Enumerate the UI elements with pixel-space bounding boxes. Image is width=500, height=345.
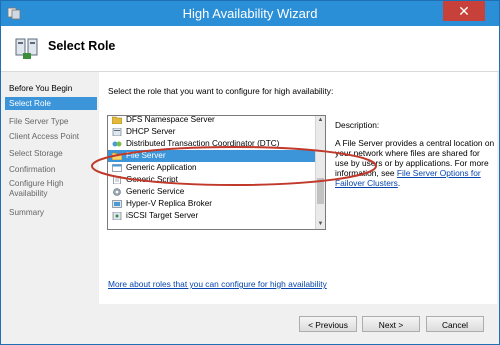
step-summary: Summary bbox=[9, 208, 45, 217]
page-title: Select Role bbox=[48, 39, 116, 53]
scroll-down-icon[interactable]: ▼ bbox=[316, 220, 325, 229]
role-listbox[interactable]: DFS Namespace Server DHCP Server Distrib… bbox=[107, 115, 326, 230]
dhcp-icon bbox=[112, 128, 122, 136]
wizard-steps: Before You Begin Select Role File Server… bbox=[1, 72, 97, 342]
role-list-scrollbar[interactable]: ▲ ▼ bbox=[315, 116, 325, 229]
description-label: Description: bbox=[335, 120, 380, 130]
next-button[interactable]: Next > bbox=[362, 316, 420, 332]
step-client-access-point: Client Access Point bbox=[9, 132, 80, 141]
window-title: High Availability Wizard bbox=[182, 6, 318, 21]
role-prompt: Select the role that you want to configu… bbox=[108, 86, 334, 96]
generic-script-icon bbox=[113, 176, 121, 184]
role-item-dtc[interactable]: Distributed Transaction Coordinator (DTC… bbox=[108, 138, 315, 150]
role-item-label: DFS Namespace Server bbox=[126, 115, 215, 124]
step-confirmation: Confirmation bbox=[9, 165, 56, 174]
page-header: Select Role bbox=[1, 26, 499, 72]
role-item-file-server[interactable]: File Server bbox=[108, 150, 315, 162]
role-item-label: Generic Script bbox=[126, 175, 178, 184]
iscsi-icon bbox=[112, 212, 122, 220]
dfs-icon bbox=[112, 116, 122, 124]
wizard-footer: < Previous Next > Cancel bbox=[99, 304, 497, 342]
title-bar: High Availability Wizard ✕ bbox=[1, 1, 499, 26]
role-item-label: Hyper-V Replica Broker bbox=[126, 199, 212, 208]
step-configure-high-availability: Configure High Availability bbox=[9, 179, 64, 198]
dtc-icon bbox=[112, 141, 122, 147]
file-server-icon bbox=[112, 152, 122, 160]
hyperv-replica-icon bbox=[112, 200, 122, 208]
step-select-storage: Select Storage bbox=[9, 149, 63, 158]
cluster-icon bbox=[15, 38, 38, 59]
cancel-button[interactable]: Cancel bbox=[426, 316, 484, 332]
role-item-label: Generic Service bbox=[126, 187, 185, 196]
description-text: A File Server provides a central locatio… bbox=[335, 138, 495, 188]
step-select-role[interactable]: Select Role bbox=[5, 97, 97, 110]
role-item-dfs-namespace-server[interactable]: DFS Namespace Server bbox=[108, 115, 315, 126]
previous-button[interactable]: < Previous bbox=[299, 316, 357, 332]
generic-service-icon bbox=[113, 188, 121, 196]
step-file-server-type: File Server Type bbox=[9, 117, 69, 126]
role-item-hyperv-replica-broker[interactable]: Hyper-V Replica Broker bbox=[108, 198, 315, 210]
role-item-iscsi-target-server[interactable]: iSCSI Target Server bbox=[108, 210, 315, 222]
role-item-generic-script[interactable]: Generic Script bbox=[108, 174, 315, 186]
role-item-label: DHCP Server bbox=[126, 127, 176, 136]
role-item-dhcp-server[interactable]: DHCP Server bbox=[108, 126, 315, 138]
scroll-up-icon[interactable]: ▲ bbox=[316, 116, 325, 125]
role-item-label: Generic Application bbox=[126, 163, 197, 172]
role-item-label: File Server bbox=[126, 151, 166, 160]
generic-application-icon bbox=[112, 164, 122, 172]
wizard-window: High Availability Wizard ✕ Select Role B… bbox=[0, 0, 500, 345]
role-item-generic-service[interactable]: Generic Service bbox=[108, 186, 315, 198]
close-button[interactable]: ✕ bbox=[443, 1, 485, 21]
step-before-you-begin[interactable]: Before You Begin bbox=[5, 82, 97, 95]
role-list: DFS Namespace Server DHCP Server Distrib… bbox=[108, 115, 315, 222]
main-content: Select the role that you want to configu… bbox=[99, 72, 497, 304]
more-about-roles-link[interactable]: More about roles that you can configure … bbox=[108, 279, 327, 289]
role-item-label: iSCSI Target Server bbox=[126, 211, 199, 220]
description-end: . bbox=[397, 178, 401, 188]
scrollbar-thumb[interactable] bbox=[317, 178, 324, 204]
role-item-generic-application[interactable]: Generic Application bbox=[108, 162, 315, 174]
role-item-label: Distributed Transaction Coordinator (DTC… bbox=[126, 139, 280, 148]
